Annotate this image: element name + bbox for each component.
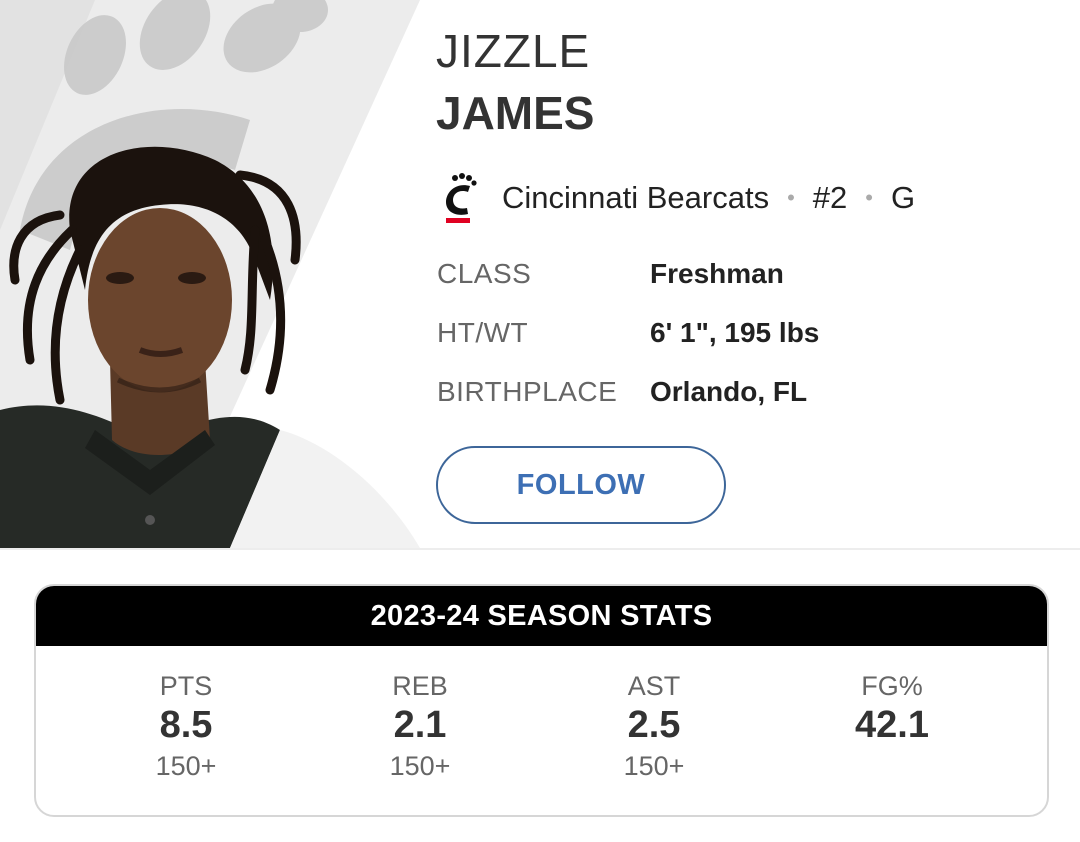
section-divider xyxy=(0,548,1080,550)
stat-rank: 150+ xyxy=(389,751,451,781)
follow-button[interactable]: FOLLOW xyxy=(436,446,726,524)
bio-label-class: CLASS xyxy=(437,258,532,289)
bearcats-c-logo-icon xyxy=(446,173,477,223)
bio-value-class: Freshman xyxy=(650,258,784,289)
jersey-number: #2 xyxy=(812,180,848,215)
stat-pts: PTS 8.5 150+ xyxy=(86,670,286,784)
stat-ast: AST 2.5 150+ xyxy=(554,670,754,784)
stat-value: 2.5 xyxy=(627,704,681,746)
season-stats-card: 2023-24 SEASON STATS PTS 8.5 150+ REB 2.… xyxy=(34,584,1049,817)
player-headshot xyxy=(0,0,430,548)
stat-label: PTS xyxy=(159,671,213,701)
team-row: Cincinnati Bearcats • #2 • G xyxy=(440,172,915,224)
stat-value: 42.1 xyxy=(855,704,929,746)
stat-fg-pct: FG% 42.1 xyxy=(792,670,992,748)
stat-label: AST xyxy=(627,671,681,701)
player-first-name: JIZZLE xyxy=(436,25,591,77)
bio-value-birthplace: Orlando, FL xyxy=(650,376,808,407)
bio-label-htwt: HT/WT xyxy=(437,317,529,348)
stat-reb: REB 2.1 150+ xyxy=(320,670,520,784)
stat-rank: 150+ xyxy=(623,751,685,781)
player-header: JIZZLE JAMES Cincinnati Bearcats • #2 • … xyxy=(0,0,1080,548)
bio-label-birthplace: BIRTHPLACE xyxy=(437,376,618,407)
bio-value-htwt: 6' 1", 195 lbs xyxy=(650,317,820,348)
player-position: G xyxy=(890,180,916,215)
stat-label: FG% xyxy=(861,671,923,701)
separator-dot: • xyxy=(865,185,873,210)
team-name[interactable]: Cincinnati Bearcats xyxy=(502,180,769,216)
separator-dot: • xyxy=(787,185,795,210)
season-stats-title: 2023-24 SEASON STATS xyxy=(36,586,1047,646)
player-last-name: JAMES xyxy=(436,87,595,139)
stat-rank: 150+ xyxy=(155,751,217,781)
stat-label: REB xyxy=(392,671,448,701)
stat-value: 2.1 xyxy=(393,704,447,746)
stat-value: 8.5 xyxy=(159,704,213,746)
